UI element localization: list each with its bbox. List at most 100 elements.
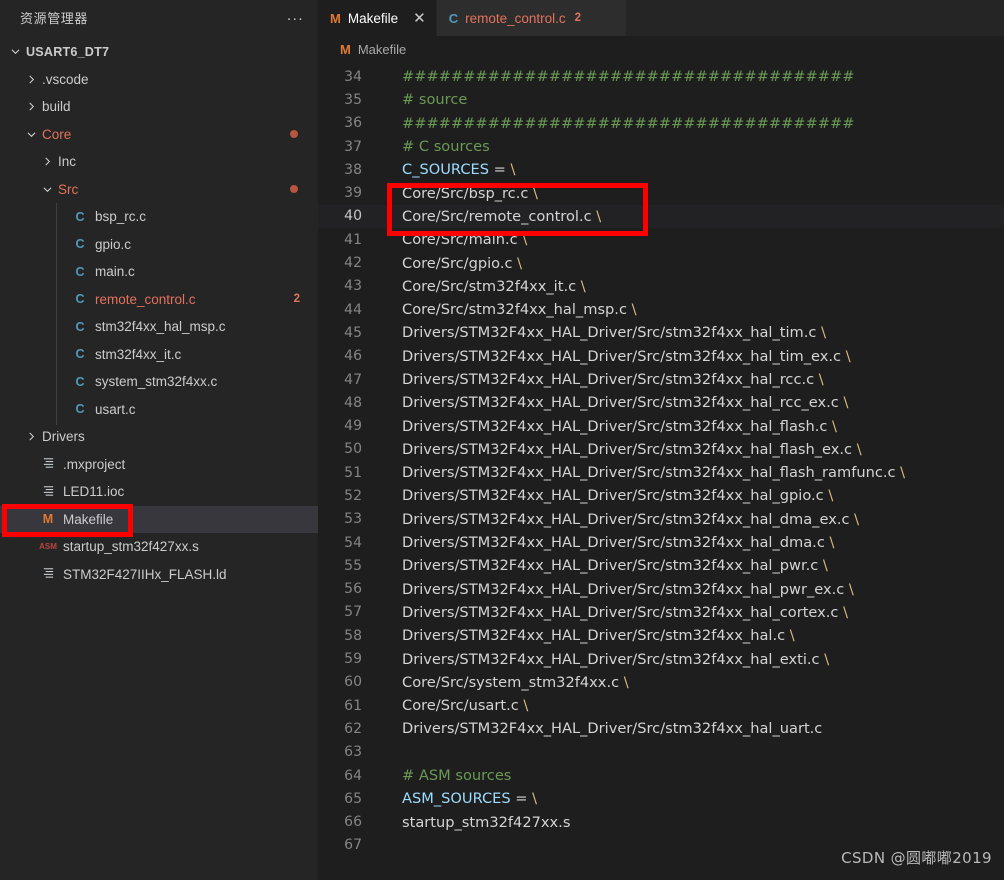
chevron-right-icon[interactable] — [24, 102, 38, 111]
code-line[interactable]: 62 Drivers/STM32F4xx_HAL_Driver/Src/stm32… — [318, 717, 1004, 740]
code-line[interactable]: 38 C_SOURCES = \ — [318, 158, 1004, 181]
code-line[interactable]: 53 Drivers/STM32F4xx_HAL_Driver/Src/stm32… — [318, 508, 1004, 531]
code-line[interactable]: 65 ASM_SOURCES = \ — [318, 787, 1004, 810]
chevron-down-icon[interactable] — [40, 185, 54, 194]
chevron-down-icon[interactable] — [24, 130, 38, 139]
code-line-text[interactable]: Drivers/STM32F4xx_HAL_Driver/Src/stm32f4… — [380, 441, 862, 458]
tree-item-stm32f427iihx-flash-ld[interactable]: STM32F427IIHx_FLASH.ld — [0, 561, 318, 589]
code-line-text[interactable]: Drivers/STM32F4xx_HAL_Driver/Src/stm32f4… — [380, 534, 834, 551]
tree-item-stm32f4xx-hal-msp-c[interactable]: Cstm32f4xx_hal_msp.c — [0, 313, 318, 341]
code-line-text[interactable]: Drivers/STM32F4xx_HAL_Driver/Src/stm32f4… — [380, 581, 854, 598]
code-line-text[interactable]: Drivers/STM32F4xx_HAL_Driver/Src/stm32f4… — [380, 418, 837, 435]
code-line[interactable]: 63 — [318, 741, 1004, 764]
code-line-text[interactable]: Core/Src/usart.c \ — [380, 697, 528, 714]
code-line[interactable]: 51 Drivers/STM32F4xx_HAL_Driver/Src/stm32… — [318, 461, 1004, 484]
code-line[interactable]: 49 Drivers/STM32F4xx_HAL_Driver/Src/stm32… — [318, 414, 1004, 437]
tree-item-inc[interactable]: Inc — [0, 148, 318, 176]
code-line-text[interactable]: # source — [380, 91, 467, 108]
code-line[interactable]: 57 Drivers/STM32F4xx_HAL_Driver/Src/stm32… — [318, 601, 1004, 624]
tree-item-core[interactable]: Core — [0, 121, 318, 149]
code-line-text[interactable]: ##################################### — [380, 68, 854, 85]
code-content[interactable]: 34 ##################################### 3… — [318, 62, 1004, 857]
code-line-text[interactable]: Drivers/STM32F4xx_HAL_Driver/Src/stm32f4… — [380, 604, 848, 621]
code-line[interactable]: 35 # source — [318, 88, 1004, 111]
tree-item-bsp-rc-c[interactable]: Cbsp_rc.c — [0, 203, 318, 231]
code-line-text[interactable]: # ASM sources — [380, 767, 511, 784]
code-line[interactable]: 34 ##################################### — [318, 65, 1004, 88]
code-line-text[interactable]: Drivers/STM32F4xx_HAL_Driver/Src/stm32f4… — [380, 324, 826, 341]
code-line[interactable]: 42 Core/Src/gpio.c \ — [318, 251, 1004, 274]
code-line-text[interactable]: C_SOURCES = \ — [380, 161, 515, 178]
code-line[interactable]: 59 Drivers/STM32F4xx_HAL_Driver/Src/stm32… — [318, 647, 1004, 670]
code-line-text[interactable]: Core/Src/remote_control.c \ — [380, 208, 601, 225]
code-line[interactable]: 61 Core/Src/usart.c \ — [318, 694, 1004, 717]
code-line[interactable]: 54 Drivers/STM32F4xx_HAL_Driver/Src/stm32… — [318, 531, 1004, 554]
chevron-right-icon[interactable] — [24, 75, 38, 84]
code-line[interactable]: 50 Drivers/STM32F4xx_HAL_Driver/Src/stm32… — [318, 438, 1004, 461]
tree-item-vscode[interactable]: .vscode — [0, 66, 318, 94]
code-line-text[interactable]: Core/Src/stm32f4xx_hal_msp.c \ — [380, 301, 637, 318]
code-line[interactable]: 44 Core/Src/stm32f4xx_hal_msp.c \ — [318, 298, 1004, 321]
code-line[interactable]: 56 Drivers/STM32F4xx_HAL_Driver/Src/stm32… — [318, 578, 1004, 601]
tree-item-remote-control-c[interactable]: Cremote_control.c 2 — [0, 286, 318, 314]
tree-item-usart-c[interactable]: Cusart.c — [0, 396, 318, 424]
tree-item-stm32f4xx-it-c[interactable]: Cstm32f4xx_it.c — [0, 341, 318, 369]
code-line[interactable]: 41 Core/Src/main.c \ — [318, 228, 1004, 251]
tab-makefile[interactable]: M Makefile ✕ — [318, 0, 437, 36]
code-line-text[interactable]: # C sources — [380, 138, 490, 155]
code-line[interactable]: 60 Core/Src/system_stm32f4xx.c \ — [318, 671, 1004, 694]
code-line[interactable]: 52 Drivers/STM32F4xx_HAL_Driver/Src/stm32… — [318, 484, 1004, 507]
code-line[interactable]: 43 Core/Src/stm32f4xx_it.c \ — [318, 275, 1004, 298]
code-line[interactable]: 66 startup_stm32f427xx.s — [318, 811, 1004, 834]
code-line-text[interactable]: Drivers/STM32F4xx_HAL_Driver/Src/stm32f4… — [380, 557, 828, 574]
tree-item-startup-stm32f427xx-s[interactable]: ASM startup_stm32f427xx.s — [0, 533, 318, 561]
code-line-text[interactable]: Drivers/STM32F4xx_HAL_Driver/Src/stm32f4… — [380, 627, 795, 644]
tree-item-drivers[interactable]: Drivers — [0, 423, 318, 451]
tree-item-led11-ioc[interactable]: LED11.ioc — [0, 478, 318, 506]
tree-item-mxproject[interactable]: .mxproject — [0, 451, 318, 479]
code-line[interactable]: 45 Drivers/STM32F4xx_HAL_Driver/Src/stm32… — [318, 321, 1004, 344]
line-number: 45 — [344, 324, 362, 341]
code-line-text[interactable]: Drivers/STM32F4xx_HAL_Driver/Src/stm32f4… — [380, 651, 829, 668]
code-line[interactable]: 55 Drivers/STM32F4xx_HAL_Driver/Src/stm32… — [318, 554, 1004, 577]
tree-item-main-c[interactable]: Cmain.c — [0, 258, 318, 286]
code-line[interactable]: 64 # ASM sources — [318, 764, 1004, 787]
tree-item-gpio-c[interactable]: Cgpio.c — [0, 231, 318, 259]
code-line-text[interactable]: Drivers/STM32F4xx_HAL_Driver/Src/stm32f4… — [380, 511, 859, 528]
code-line-text[interactable]: Core/Src/bsp_rc.c \ — [380, 185, 538, 202]
code-line-text[interactable]: startup_stm32f427xx.s — [380, 814, 570, 831]
chevron-right-icon[interactable] — [40, 157, 54, 166]
code-line[interactable]: 47 Drivers/STM32F4xx_HAL_Driver/Src/stm32… — [318, 368, 1004, 391]
code-line-text[interactable]: Drivers/STM32F4xx_HAL_Driver/Src/stm32f4… — [380, 464, 905, 481]
code-line[interactable]: 48 Drivers/STM32F4xx_HAL_Driver/Src/stm32… — [318, 391, 1004, 414]
code-line-text[interactable]: Core/Src/stm32f4xx_it.c \ — [380, 278, 586, 295]
code-line[interactable]: 36 ##################################### — [318, 112, 1004, 135]
more-actions-icon[interactable]: ... — [287, 8, 304, 27]
code-line-text[interactable]: ##################################### — [380, 115, 854, 132]
code-line-text[interactable]: Drivers/STM32F4xx_HAL_Driver/Src/stm32f4… — [380, 720, 822, 737]
code-line-text[interactable]: Core/Src/system_stm32f4xx.c \ — [380, 674, 629, 691]
code-line-text[interactable]: Core/Src/main.c \ — [380, 231, 527, 248]
code-line-text[interactable]: ASM_SOURCES = \ — [380, 790, 537, 807]
code-line-text[interactable]: Drivers/STM32F4xx_HAL_Driver/Src/stm32f4… — [380, 487, 833, 504]
code-line[interactable]: 39 Core/Src/bsp_rc.c \ — [318, 181, 1004, 204]
tree-item-makefile[interactable]: M Makefile — [0, 505, 318, 533]
code-line[interactable]: 58 Drivers/STM32F4xx_HAL_Driver/Src/stm32… — [318, 624, 1004, 647]
tree-item-src[interactable]: Src — [0, 176, 318, 204]
code-line[interactable]: 37 # C sources — [318, 135, 1004, 158]
breadcrumb-label[interactable]: Makefile — [358, 42, 406, 57]
tab-remote-control-c[interactable]: Cremote_control.c 2 — [436, 0, 628, 36]
code-line[interactable]: 40 Core/Src/remote_control.c \ — [318, 204, 1004, 229]
code-line-text[interactable]: Drivers/STM32F4xx_HAL_Driver/Src/stm32f4… — [380, 371, 824, 388]
breadcrumb[interactable]: M Makefile — [318, 36, 1004, 62]
tree-item-system-stm32f4xx-c[interactable]: Csystem_stm32f4xx.c — [0, 368, 318, 396]
code-line[interactable]: 46 Drivers/STM32F4xx_HAL_Driver/Src/stm32… — [318, 345, 1004, 368]
close-icon[interactable]: ✕ — [413, 11, 426, 26]
code-line-text[interactable]: Drivers/STM32F4xx_HAL_Driver/Src/stm32f4… — [380, 348, 851, 365]
code-line-text[interactable]: Drivers/STM32F4xx_HAL_Driver/Src/stm32f4… — [380, 394, 848, 411]
tree-item-build[interactable]: build — [0, 93, 318, 121]
code-line-text[interactable]: Core/Src/gpio.c \ — [380, 255, 522, 272]
tree-item-usart6-dt7[interactable]: USART6_DT7 — [0, 38, 318, 66]
chevron-right-icon[interactable] — [24, 432, 38, 441]
chevron-down-icon[interactable] — [8, 47, 22, 56]
